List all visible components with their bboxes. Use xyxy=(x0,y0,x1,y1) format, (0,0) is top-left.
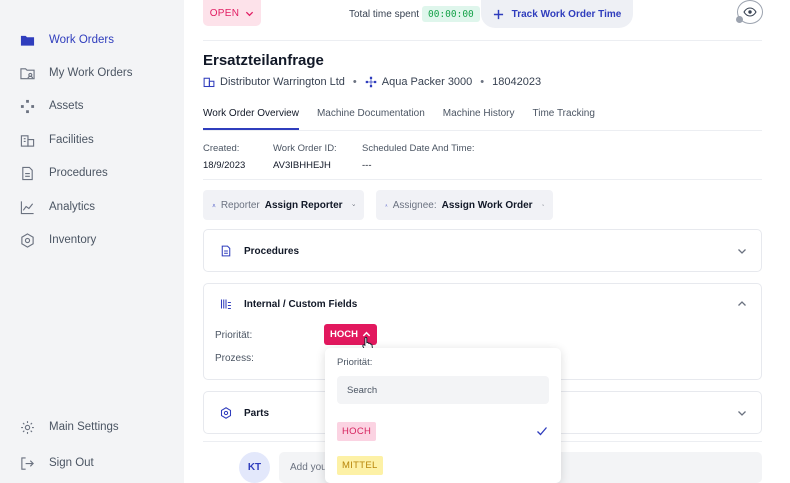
dropdown-label: Priorität: xyxy=(337,357,373,368)
check-icon xyxy=(537,427,547,436)
scheduled-label: Scheduled Date And Time: xyxy=(362,143,475,154)
user-icon xyxy=(212,203,216,207)
process-label: Prozess: xyxy=(215,353,254,364)
sidebar-item-label: Work Orders xyxy=(49,34,114,46)
list-icon xyxy=(218,296,234,312)
parts-title: Parts xyxy=(244,407,270,419)
dropdown-option-mittel[interactable]: MITTEL xyxy=(337,456,383,475)
reporter-label: Reporter xyxy=(220,199,260,211)
folder-icon xyxy=(20,33,35,48)
plus-icon xyxy=(493,9,503,19)
assign-assignee-button[interactable]: Assignee: Assign Work Order xyxy=(376,190,553,220)
sidebar-item-label: Facilities xyxy=(49,134,94,146)
created-label: Created: xyxy=(203,143,240,154)
sidebar-item-work-orders[interactable]: Work Orders xyxy=(20,30,114,50)
divider xyxy=(203,130,762,131)
chevron-down-icon xyxy=(541,204,544,206)
page-title: Ersatzteilanfrage xyxy=(203,52,324,69)
tab-bar: Work Order Overview Machine Documentatio… xyxy=(203,106,595,130)
assignee-value: Assign Work Order xyxy=(441,199,533,211)
sidebar-item-label: Inventory xyxy=(49,234,97,246)
divider xyxy=(203,40,762,41)
status-dropdown[interactable]: OPEN xyxy=(203,0,261,26)
created-value: 18/9/2023 xyxy=(203,160,246,171)
custom-fields-header[interactable]: Internal / Custom Fields xyxy=(218,296,357,312)
track-time-button[interactable]: Track Work Order Time xyxy=(481,0,633,28)
dropdown-option-hoch[interactable]: HOCH xyxy=(337,422,377,441)
status-label: OPEN xyxy=(209,7,240,19)
chevron-up-icon[interactable] xyxy=(737,299,747,309)
assets-icon xyxy=(20,99,35,114)
separator-dot: • xyxy=(480,76,485,88)
assign-reporter-button[interactable]: Reporter Assign Reporter xyxy=(203,190,364,220)
watchers-dot xyxy=(736,16,743,23)
priority-dropdown-menu: Priorität: HOCH MITTEL xyxy=(325,348,561,483)
separator-dot: • xyxy=(352,76,357,88)
parts-header: Parts xyxy=(218,405,269,421)
custom-fields-title: Internal / Custom Fields xyxy=(244,298,358,310)
folder-user-icon xyxy=(20,66,35,81)
document-icon xyxy=(218,243,234,259)
sidebar-item-label: Sign Out xyxy=(49,457,94,469)
work-order-id-value: AV3IBHHEJH xyxy=(273,160,331,171)
main-content: OPEN Total time spent 00:00:00 Track Wor… xyxy=(184,0,790,483)
sidebar-item-analytics[interactable]: Analytics xyxy=(20,197,95,217)
chevron-down-icon xyxy=(246,11,254,16)
chart-line-icon xyxy=(20,200,35,215)
reporter-value: Assign Reporter xyxy=(264,199,343,211)
sign-out-icon xyxy=(20,456,35,471)
sidebar-item-label: Procedures xyxy=(49,167,108,179)
scheduled-value: --- xyxy=(362,160,372,171)
parts-icon xyxy=(218,405,234,421)
sidebar-item-inventory[interactable]: Inventory xyxy=(20,230,96,250)
tab-machine-documentation[interactable]: Machine Documentation xyxy=(317,106,425,130)
sidebar-item-assets[interactable]: Assets xyxy=(20,96,84,116)
chevron-down-icon xyxy=(738,411,746,416)
machine-link[interactable]: Aqua Packer 3000 xyxy=(382,76,473,88)
work-order-meta: Distributor Warrington Ltd • Aqua Packer… xyxy=(203,76,541,88)
asset-icon xyxy=(365,76,377,88)
time-spent-label: Total time spent xyxy=(349,9,420,20)
track-time-label: Track Work Order Time xyxy=(511,8,622,20)
time-spent-value: 00:00:00 xyxy=(422,6,480,22)
tab-machine-history[interactable]: Machine History xyxy=(443,106,515,130)
divider xyxy=(203,179,762,180)
sidebar-item-facilities[interactable]: Facilities xyxy=(20,130,94,150)
gear-box-icon xyxy=(20,232,35,248)
sidebar: Work Orders My Work Orders Assets Facili… xyxy=(0,0,184,483)
priority-value: HOCH xyxy=(330,329,358,340)
work-order-id-label: Work Order ID: xyxy=(273,143,337,154)
avatar: KT xyxy=(239,452,270,483)
sidebar-item-sign-out[interactable]: Sign Out xyxy=(20,453,94,473)
sidebar-item-procedures[interactable]: Procedures xyxy=(20,163,108,183)
procedures-header: Procedures xyxy=(218,243,299,259)
priority-label: Priorität: xyxy=(215,330,253,341)
building-icon xyxy=(203,77,215,88)
procedures-title: Procedures xyxy=(244,245,300,257)
sidebar-item-label: Analytics xyxy=(49,201,96,213)
building-icon xyxy=(20,133,35,148)
search-input[interactable] xyxy=(337,376,549,404)
sidebar-item-label: Main Settings xyxy=(49,421,119,433)
eye-icon xyxy=(743,7,757,17)
serial-number: 18042023 xyxy=(492,76,542,88)
tab-time-tracking[interactable]: Time Tracking xyxy=(533,106,595,130)
document-icon xyxy=(20,166,35,181)
sidebar-item-main-settings[interactable]: Main Settings xyxy=(20,417,119,437)
sidebar-item-label: Assets xyxy=(49,100,84,112)
chevron-down-icon xyxy=(738,249,746,254)
customer-link[interactable]: Distributor Warrington Ltd xyxy=(220,76,345,88)
sidebar-item-label: My Work Orders xyxy=(49,67,133,79)
chevron-down-icon xyxy=(351,204,355,207)
sidebar-item-my-work-orders[interactable]: My Work Orders xyxy=(20,63,133,83)
tab-work-order-overview[interactable]: Work Order Overview xyxy=(203,106,299,130)
procedures-section[interactable]: Procedures xyxy=(203,229,762,272)
gear-icon xyxy=(20,420,35,435)
user-icon xyxy=(385,203,388,207)
assignee-label: Assignee: xyxy=(392,199,437,211)
